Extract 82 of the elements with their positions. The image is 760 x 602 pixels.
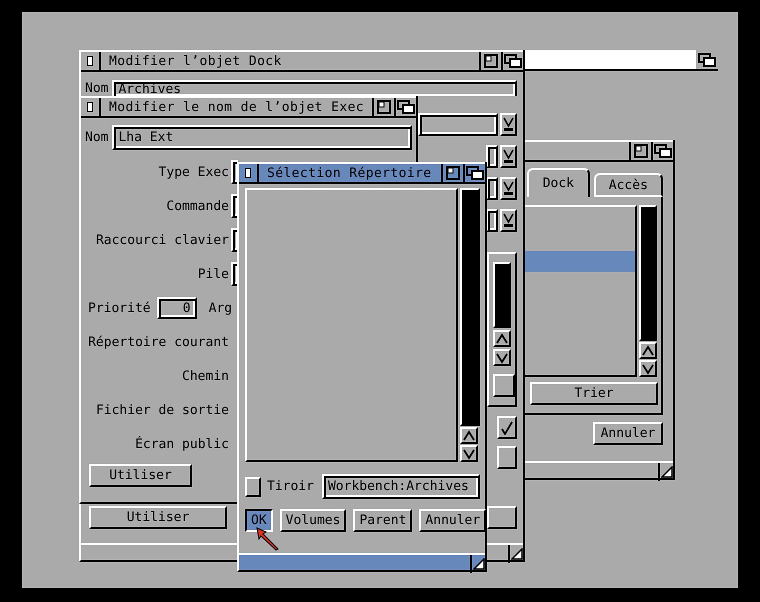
scroll-up-button[interactable] [639,342,657,359]
cancel-button[interactable]: Annuler [593,422,663,445]
window-title: Modifier le nom de l’objet Exec [108,100,366,114]
dropdown-button[interactable] [500,145,517,168]
scroll-down-button[interactable] [460,445,478,462]
dropdown-icon [503,149,514,164]
name-field[interactable]: Archives [112,80,517,96]
scroll-up-button[interactable] [493,330,511,347]
scrollbar[interactable] [639,205,657,341]
depth-icon[interactable] [698,52,716,66]
resize-icon[interactable] [510,548,522,560]
window-title: Modifier l’objet Dock [108,54,283,68]
title-bar[interactable]: Modifier le nom de l’objet Exec [81,96,416,118]
dropdown-button[interactable] [500,177,517,200]
title-bar[interactable]: Modifier l’objet Dock [81,50,523,72]
text-field[interactable] [418,113,498,136]
path-field[interactable]: Workbench:Archives [322,474,480,499]
tab[interactable]: Dock [527,168,590,197]
depth-icon[interactable] [654,144,672,158]
scroll-down-icon[interactable] [463,448,475,460]
dropdown-icon [503,181,514,196]
scroll-down-icon[interactable] [642,362,654,374]
scroll-up-icon[interactable] [463,430,475,442]
scroll-down-button[interactable] [493,349,511,366]
depth-icon[interactable] [397,100,415,114]
window-title: Sélection Répertoire [266,166,433,180]
text-field[interactable] [486,209,498,232]
checkbox[interactable] [497,446,517,469]
scroll-down-icon[interactable] [496,352,508,364]
scroll-down-button[interactable] [639,360,657,377]
checkbox[interactable] [497,416,517,439]
zoom-icon[interactable] [377,100,391,114]
depth-icon[interactable] [466,166,484,180]
zoom-icon[interactable] [484,54,498,68]
sort-button[interactable]: Trier [530,382,658,405]
dropdown-icon [503,117,514,132]
scrollbar[interactable] [493,262,511,328]
dialog-button[interactable]: Volumes [280,509,346,532]
text-field[interactable] [486,177,498,200]
dialog-button[interactable] [487,506,517,529]
field-label: Écran public [134,436,229,452]
dialog-button[interactable]: OK [245,509,273,532]
field-label: Nom [85,80,108,96]
use-button[interactable]: Utiliser [89,464,192,487]
mouse-pointer-icon [256,527,280,551]
field-label: Arg [208,300,232,316]
field-label: Répertoire courant [87,334,229,350]
checkbox-label: Tiroir [267,479,314,494]
field-label: Nom [85,130,108,145]
tab[interactable]: Accès [594,173,663,197]
dialog-button[interactable]: Parent [353,509,412,532]
scrollbar[interactable] [460,188,480,426]
depth-icon[interactable] [504,54,522,68]
field-label: Priorité [88,300,151,316]
scroll-up-button[interactable] [460,427,478,444]
text-field[interactable] [486,145,498,168]
name-field[interactable]: Lha Ext [112,125,412,150]
close-icon[interactable] [87,102,93,112]
panel-button[interactable] [493,374,515,397]
scroll-up-icon[interactable] [642,344,654,356]
title-bar[interactable]: Sélection Répertoire [239,162,485,184]
close-icon[interactable] [87,56,93,66]
field-label: Commande [165,198,229,214]
field-label: Raccourci clavier [94,232,229,248]
dialog-button[interactable]: Annuler [419,509,486,532]
close-icon[interactable] [245,168,251,178]
field-label: Chemin [181,368,229,384]
field-label: Fichier de sortie [94,402,229,418]
field-label: Type Exec [158,164,229,180]
checkbox[interactable] [245,476,261,496]
resize-icon[interactable] [660,466,672,478]
dropdown-icon [503,213,514,228]
scroll-up-icon[interactable] [496,332,508,344]
resize-icon[interactable] [472,558,484,570]
zoom-icon[interactable] [634,144,648,158]
priority-field[interactable]: 0 [156,297,197,319]
dropdown-button[interactable] [500,113,517,136]
field-label: Pile [196,266,229,282]
checkmark-icon [501,420,513,434]
dropdown-button[interactable] [500,209,517,232]
zoom-icon[interactable] [446,166,460,180]
use-button[interactable]: Utiliser [89,506,227,529]
